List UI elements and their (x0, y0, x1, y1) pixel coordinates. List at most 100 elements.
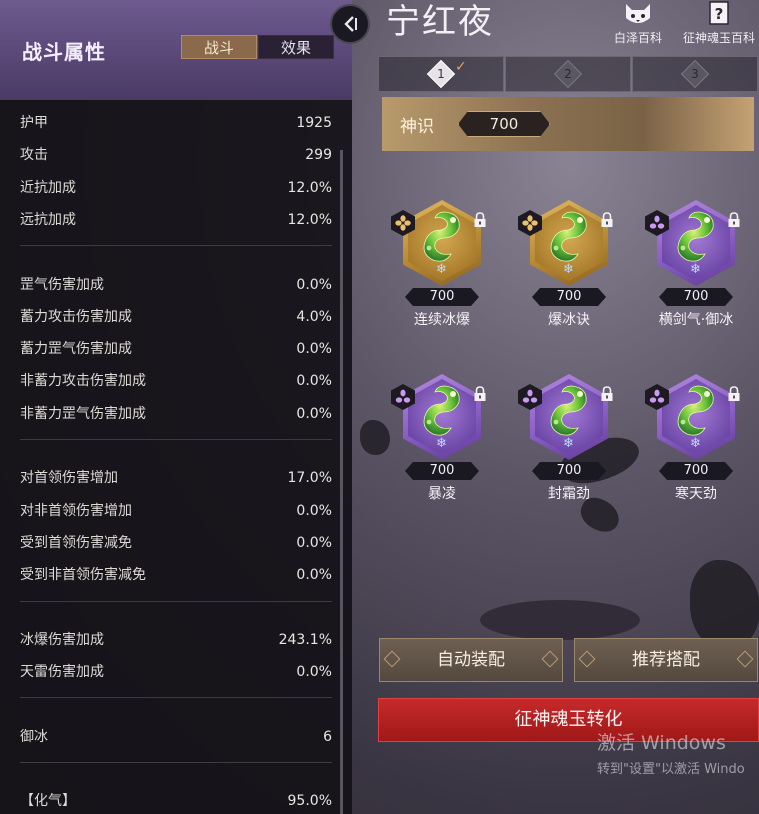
stat-label: 对首领伤害增加 (20, 470, 118, 487)
stat-divider (20, 245, 332, 247)
jade-cost: 700 (532, 288, 606, 306)
lock-icon (728, 386, 740, 401)
auto-equip-button[interactable]: 自动装配 (379, 638, 563, 682)
stat-divider (20, 762, 332, 763)
panel-title: 战斗属性 (22, 40, 106, 64)
jade-slot[interactable]: ❄ 700 暴凌 (391, 374, 491, 504)
stat-row: 对非首领伤害增加 0.0% (20, 500, 332, 522)
jade-name: 连续冰爆 (414, 312, 470, 328)
stat-label: 护甲 (20, 115, 48, 131)
background-rock (480, 600, 640, 640)
baize-wiki-link[interactable]: 白泽百科 (608, 0, 668, 46)
snowflake-icon: ❄ (436, 436, 447, 451)
jade-slot[interactable]: ❄ 700 连续冰爆 (391, 200, 491, 330)
tab-number-badge: 1 (426, 59, 456, 89)
stat-value: 0.0% (296, 664, 332, 681)
stat-row: 远抗加成 12.0% (20, 209, 332, 231)
three-petal-icon (649, 389, 665, 403)
jade-cost: 700 (659, 288, 733, 306)
stat-row: 罡气伤害加成 0.0% (20, 274, 332, 296)
recommend-button[interactable]: 推荐搭配 (574, 638, 758, 682)
stat-label: 冰爆伤害加成 (20, 631, 104, 648)
lock-icon (601, 386, 613, 401)
jade-name: 封霜劲 (548, 486, 590, 502)
tab-combat[interactable]: 战斗 (181, 35, 257, 59)
tab-loadout-1[interactable]: 1 ✓ (378, 56, 504, 92)
jade-gem-icon (423, 211, 460, 262)
combat-attributes-panel: 战斗属性 战斗 效果 护甲 1925 攻击 299 近抗加成 12.0% 远抗加成 12.0%… (0, 0, 352, 814)
scrollbar[interactable] (340, 150, 343, 814)
tab-loadout-3[interactable]: 3 (632, 56, 758, 92)
back-button[interactable] (330, 4, 370, 44)
three-petal-icon (522, 389, 538, 403)
stat-row: 冰爆伤害加成 243.1% (20, 629, 332, 651)
stat-label: 罡气伤害加成 (20, 276, 104, 293)
lock-icon (474, 212, 486, 227)
jade-slot[interactable]: ❄ 700 寒天劲 (645, 374, 745, 504)
stat-label: 受到首领伤害减免 (20, 534, 132, 551)
stat-value: 0.0% (296, 276, 332, 293)
jade-wiki-link[interactable]: ? 征神魂玉百科 (680, 0, 758, 46)
jade-wiki-label: 征神魂玉百科 (682, 31, 755, 45)
stat-row: 受到首领伤害减免 0.0% (20, 532, 332, 554)
stat-row: 非蓄力攻击伤害加成 0.0% (20, 370, 332, 392)
stat-value: 6 (323, 728, 332, 745)
svg-text:?: ? (715, 5, 724, 23)
stat-label: 攻击 (20, 147, 48, 164)
stat-row: 天雷伤害加成 0.0% (20, 661, 332, 683)
stat-row: 蓄力罡气伤害加成 0.0% (20, 338, 332, 360)
stat-row: 护甲 1925 (20, 112, 332, 134)
stat-row: 非蓄力罡气伤害加成 0.0% (20, 403, 332, 425)
stat-label: 近抗加成 (20, 179, 76, 196)
jade-cost: 700 (405, 288, 479, 306)
stat-value: 0.0% (296, 502, 332, 519)
jade-gem-icon (677, 211, 714, 262)
jade-gem-icon (677, 385, 714, 436)
jade-name: 爆冰诀 (548, 312, 590, 328)
page-title: 宁红夜 (386, 2, 494, 42)
stat-value: 4.0% (296, 308, 332, 325)
stat-value: 12.0% (287, 211, 332, 228)
stat-value: 0.0% (296, 341, 332, 358)
stat-label: 对非首领伤害增加 (20, 502, 132, 519)
four-petal-icon (522, 215, 538, 231)
stat-label: 天雷伤害加成 (20, 664, 104, 681)
snowflake-icon: ❄ (563, 436, 574, 451)
stat-label: 受到非首领伤害减免 (20, 567, 146, 584)
tab-loadout-2[interactable]: 2 (505, 56, 631, 92)
jade-slot[interactable]: ❄ 700 封霜劲 (518, 374, 618, 504)
jade-name: 横剑气·御冰 (658, 312, 734, 328)
jade-gem-icon (550, 211, 587, 262)
stat-value: 0.0% (296, 405, 332, 422)
stat-value: 1925 (296, 115, 332, 131)
watermark-line-1: 激活 Windows (597, 732, 726, 754)
back-arrow-icon (344, 16, 357, 32)
stat-row: 蓄力攻击伤害加成 4.0% (20, 306, 332, 328)
jade-gem-icon (550, 385, 587, 436)
tab-effects[interactable]: 效果 (258, 35, 334, 59)
baize-cat-icon (626, 4, 650, 23)
snowflake-icon: ❄ (436, 262, 447, 277)
snowflake-icon: ❄ (690, 436, 701, 451)
snowflake-icon: ❄ (690, 262, 701, 277)
jade-cost: 700 (405, 462, 479, 480)
jade-slot[interactable]: ❄ 700 横剑气·御冰 (645, 200, 745, 330)
windows-activation-watermark: 激活 Windows 转到"设置"以激活 Windo (597, 728, 745, 777)
background-rock (360, 420, 390, 455)
stat-label: 远抗加成 (20, 211, 76, 228)
stat-value: 299 (305, 147, 332, 164)
stat-divider (20, 697, 332, 699)
stat-label: 非蓄力攻击伤害加成 (20, 373, 146, 390)
stat-row: 受到非首领伤害减免 0.0% (20, 564, 332, 586)
three-petal-icon (395, 389, 411, 403)
stat-value: 17.0% (287, 470, 332, 487)
stat-label: 蓄力攻击伤害加成 (20, 308, 132, 325)
check-icon: ✓ (455, 59, 467, 75)
jade-slot[interactable]: ❄ 700 爆冰诀 (518, 200, 618, 330)
jade-cost: 700 (532, 462, 606, 480)
stat-label: 御冰 (20, 728, 48, 745)
stat-value: 0.0% (296, 373, 332, 390)
stat-value: 0.0% (296, 567, 332, 584)
three-petal-icon (649, 215, 665, 229)
stat-value: 95.0% (287, 793, 332, 810)
